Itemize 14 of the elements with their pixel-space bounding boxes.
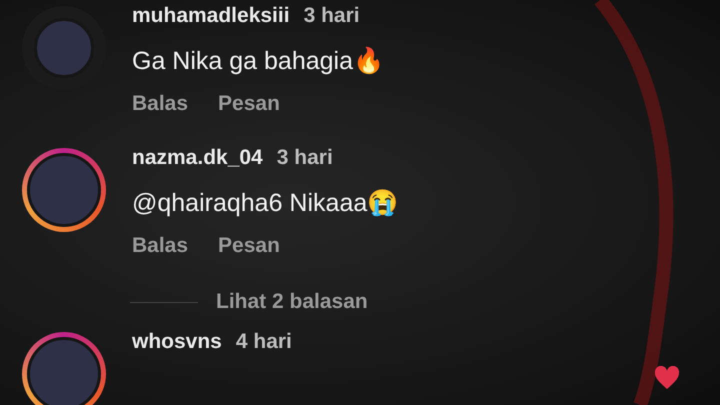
comment-action-link[interactable]: Pesan: [218, 234, 280, 258]
username[interactable]: nazma.dk_04: [132, 146, 263, 170]
comment-time: 3 hari: [304, 4, 360, 28]
username[interactable]: muhamadleksiii: [132, 4, 290, 28]
comment-text: @qhairaqha6 Nikaaa😭: [132, 188, 398, 218]
comment-action-link[interactable]: Balas: [132, 234, 188, 258]
comment-time: 4 hari: [236, 330, 292, 354]
comment-text: Ga Nika ga bahagia🔥: [132, 46, 384, 76]
comment-action-link[interactable]: Pesan: [218, 92, 280, 116]
comment-time: 3 hari: [276, 146, 333, 170]
heart-icon[interactable]: [654, 366, 680, 390]
username[interactable]: whosvns: [132, 330, 222, 354]
comment-action-link[interactable]: Balas: [132, 92, 188, 116]
view-replies-link[interactable]: Lihat 2 balasan: [216, 290, 368, 314]
